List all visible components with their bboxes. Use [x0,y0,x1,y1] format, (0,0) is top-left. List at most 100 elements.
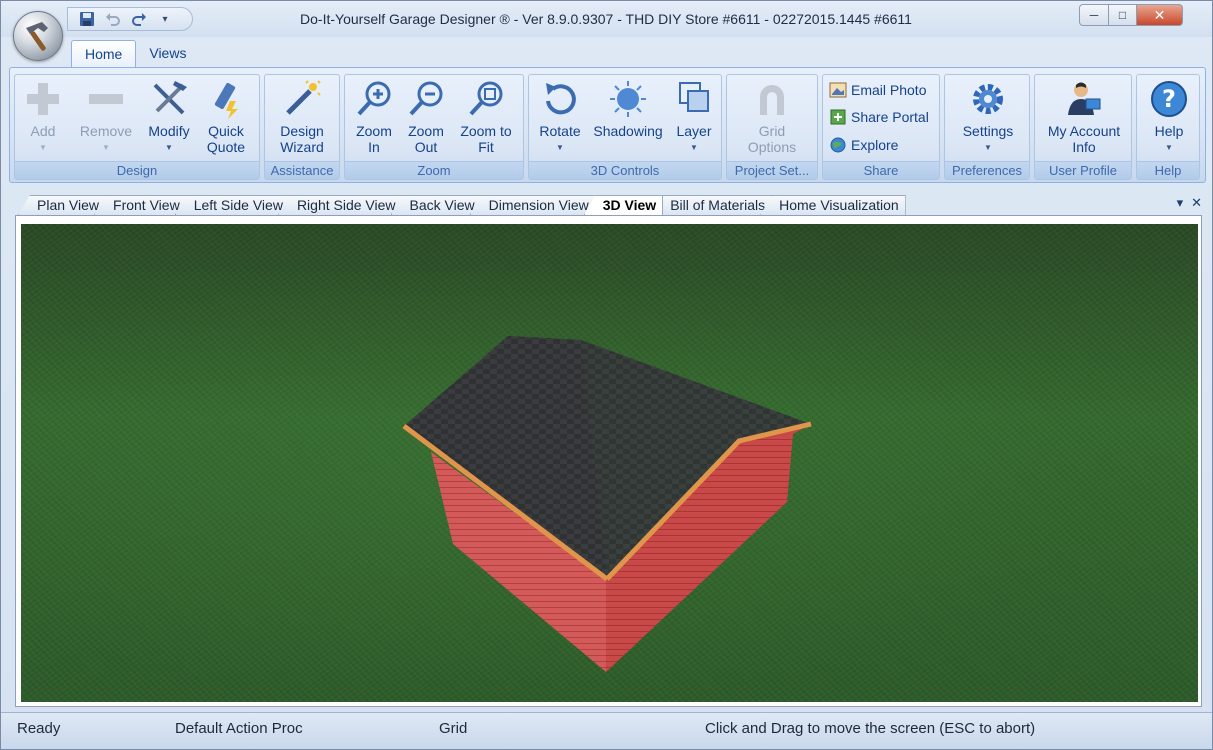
layers-icon [674,79,714,119]
group-user-profile: My Account Info User Profile [1034,74,1132,180]
quick-quote-icon [206,79,246,119]
photo-icon [829,81,847,99]
3d-viewport[interactable] [21,224,1198,702]
tab-plan-view[interactable]: Plan View [18,195,107,215]
tab-controls: ▾ ✕ [1177,195,1202,211]
add-button[interactable]: Add ▼ [21,77,65,156]
settings-dropdown-icon: ▼ [984,143,992,152]
tab-home-visualization[interactable]: Home Visualization [760,195,906,215]
ribbon-tabs: Home Views [71,40,199,68]
group-label-assistance: Assistance [265,161,339,179]
zoom-in-icon [354,79,394,119]
window-title: Do-It-Yourself Garage Designer ® - Ver 8… [300,11,912,27]
undo-icon[interactable] [104,10,122,28]
add-icon [23,79,63,119]
layer-button[interactable]: Layer ▼ [671,77,717,156]
close-button[interactable]: ✕ [1137,4,1183,26]
email-photo-button[interactable]: Email Photo [829,81,926,99]
status-bar: Ready Default Action Proc Grid Click and… [1,712,1212,749]
group-share: Email Photo Share Portal Explore Share [822,74,940,180]
remove-dropdown-icon: ▼ [102,143,110,152]
group-design: Add ▼ Remove ▼ Modify ▼ Quick Quote Desi… [14,74,260,180]
share-icon [829,108,847,126]
explore-button[interactable]: Explore [829,136,898,154]
zoom-out-icon [406,79,446,119]
app-window: ▾ Do-It-Yourself Garage Designer ® - Ver… [0,0,1213,750]
magic-wand-icon [282,79,322,119]
redo-icon[interactable] [130,10,148,28]
shadowing-button[interactable]: Shadowing [591,77,665,139]
modify-dropdown-icon: ▼ [165,143,173,152]
help-button[interactable]: ? Help ▼ [1143,77,1195,156]
ribbon-tab-home[interactable]: Home [71,40,137,68]
minimize-button[interactable]: ─ [1079,4,1109,26]
tab-back-view[interactable]: Back View [390,195,482,215]
quick-access-toolbar: ▾ [67,7,193,31]
group-3d-controls: Rotate ▼ Shadowing Layer ▼ 3D Controls [528,74,722,180]
hammer-icon [26,22,48,51]
tab-bill-of-materials[interactable]: Bill of Materials [651,195,773,215]
application-menu-button[interactable] [13,11,63,61]
group-label-zoom: Zoom [345,161,523,179]
status-state: Ready [17,720,61,737]
status-action: Default Action Proc [175,720,303,737]
remove-icon [86,79,126,119]
garage-3d-model [402,336,812,672]
group-label-design: Design [15,161,259,179]
grid-options-button[interactable]: Grid Options [741,77,803,155]
settings-button[interactable]: Settings ▼ [957,77,1019,156]
group-zoom: Zoom In Zoom Out Zoom to Fit Zoom [344,74,524,180]
group-label-project-settings: Project Set... [727,161,817,179]
zoom-in-button[interactable]: Zoom In [351,77,397,155]
window-controls: ─ □ ✕ [1079,4,1183,26]
tab-list-dropdown-icon[interactable]: ▾ [1177,195,1184,211]
viewport-frame [15,215,1202,707]
layer-dropdown-icon: ▼ [690,143,698,152]
title-bar: ▾ Do-It-Yourself Garage Designer ® - Ver… [1,1,1212,37]
ribbon-tab-views[interactable]: Views [136,40,199,68]
help-dropdown-icon: ▼ [1165,143,1173,152]
qat-dropdown-icon[interactable]: ▾ [156,10,174,28]
group-label-3d-controls: 3D Controls [529,161,721,179]
zoom-out-button[interactable]: Zoom Out [403,77,449,155]
my-account-info-button[interactable]: My Account Info [1041,77,1127,155]
group-project-settings: Grid Options Project Set... [726,74,818,180]
status-grid: Grid [439,720,468,737]
user-account-icon [1064,79,1104,119]
ribbon: Add ▼ Remove ▼ Modify ▼ Quick Quote Desi… [9,67,1206,183]
modify-button[interactable]: Modify ▼ [143,77,195,156]
magnet-icon [752,79,792,119]
group-label-preferences: Preferences [945,161,1029,179]
globe-icon [829,136,847,154]
group-help: ? Help ▼ Help [1136,74,1200,180]
zoom-fit-icon [466,79,506,119]
group-label-help: Help [1137,161,1199,179]
rotate-icon [540,79,580,119]
remove-button[interactable]: Remove ▼ [75,77,137,156]
group-preferences: Settings ▼ Preferences [944,74,1030,180]
tab-front-view[interactable]: Front View [94,195,187,215]
tab-3d-view[interactable]: 3D View [583,195,664,215]
group-assistance: Design Wizard Assistance [264,74,340,180]
sun-icon [608,79,648,119]
maximize-button[interactable]: □ [1109,4,1137,26]
close-tab-icon[interactable]: ✕ [1191,195,1202,211]
view-tabs: Plan View Front View Left Side View Righ… [18,195,906,215]
share-portal-button[interactable]: Share Portal [829,108,929,126]
status-hint: Click and Drag to move the screen (ESC t… [705,720,1036,737]
tab-right-side-view[interactable]: Right Side View [277,195,403,215]
save-icon[interactable] [78,10,96,28]
gear-icon [968,79,1008,119]
tab-left-side-view[interactable]: Left Side View [174,195,290,215]
tools-icon [149,79,189,119]
help-icon: ? [1149,79,1189,119]
rotate-dropdown-icon: ▼ [556,143,564,152]
zoom-to-fit-button[interactable]: Zoom to Fit [455,77,517,155]
group-label-user-profile: User Profile [1035,161,1131,179]
quick-quote-button[interactable]: Quick Quote [201,77,251,155]
design-wizard-button[interactable]: Design Wizard [271,77,333,155]
rotate-button[interactable]: Rotate ▼ [535,77,585,156]
svg-text:?: ? [1162,85,1176,113]
tab-dimension-view[interactable]: Dimension View [469,195,596,215]
group-label-share: Share [823,161,939,179]
